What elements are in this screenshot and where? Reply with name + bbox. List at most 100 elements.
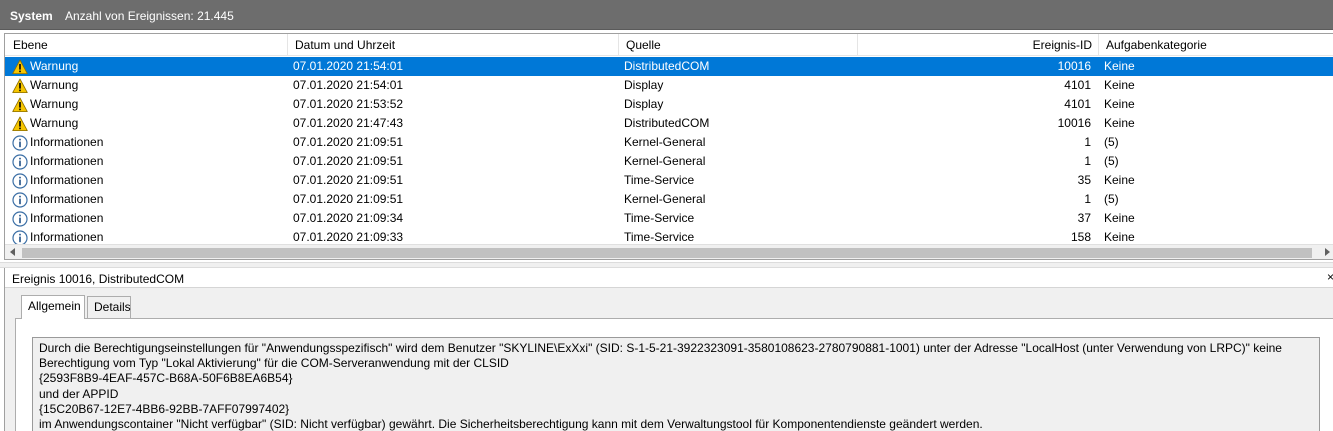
cell-level: Informationen	[11, 152, 281, 171]
cell-event-id: 10016	[1057, 116, 1091, 130]
cell-level: Warnung	[11, 114, 281, 133]
warning-icon	[12, 97, 28, 113]
table-row[interactable]: Warnung 07.01.2020 21:47:43 DistributedCOM…	[5, 114, 1333, 133]
warning-icon	[12, 59, 28, 75]
cell-level: Informationen	[11, 133, 281, 152]
cell-date: 07.01.2020 21:09:34	[293, 211, 404, 225]
tab-content: Durch die Berechtigungseinstellungen für…	[15, 318, 1333, 431]
cell-task-category: Keine	[1104, 173, 1135, 187]
event-detail-pane: Ereignis 10016, DistributedCOM × Allgeme…	[4, 268, 1333, 431]
info-icon	[12, 192, 28, 208]
info-icon	[12, 211, 28, 227]
warning-icon	[12, 116, 28, 132]
cell-source: DistributedCOM	[624, 116, 710, 130]
event-list[interactable]: Ebene Datum und Uhrzeit Quelle Ereignis-…	[4, 33, 1333, 260]
cell-date: 07.01.2020 21:09:51	[293, 192, 404, 206]
detail-title: Ereignis 10016, DistributedCOM	[12, 272, 185, 286]
message-line: {2593F8B9-4EAF-457C-B68A-50F6B8EA6B54}	[39, 371, 293, 386]
cell-task-category: Keine	[1104, 59, 1135, 73]
cell-source: Time-Service	[624, 211, 695, 225]
column-event-id[interactable]: Ereignis-ID	[857, 34, 1098, 56]
level-text: Warnung	[30, 97, 79, 111]
cell-task-category: Keine	[1104, 211, 1135, 225]
table-row[interactable]: Informationen 07.01.2020 21:09:51 Kernel-G…	[5, 152, 1333, 171]
table-row[interactable]: Informationen 07.01.2020 21:09:51 Time-Ser…	[5, 171, 1333, 190]
level-text: Warnung	[30, 116, 79, 130]
column-source[interactable]: Quelle	[618, 34, 857, 56]
cell-event-id: 37	[1077, 211, 1091, 225]
column-task-category[interactable]: Aufgabenkategorie	[1098, 34, 1333, 56]
cell-task-category: Keine	[1104, 116, 1135, 130]
cell-level: Informationen	[11, 190, 281, 209]
cell-date: 07.01.2020 21:53:52	[293, 97, 404, 111]
tab-details[interactable]: Details	[87, 296, 131, 318]
cell-event-id: 1	[1084, 192, 1091, 206]
table-row[interactable]: Informationen 07.01.2020 21:09:51 Kernel-G…	[5, 133, 1333, 152]
message-line: Berechtigung vom Typ "Lokal Aktivierung"…	[39, 356, 509, 371]
column-date[interactable]: Datum und Uhrzeit	[287, 34, 618, 56]
cell-event-id: 4101	[1064, 78, 1091, 92]
scroll-right-icon[interactable]	[1325, 248, 1330, 256]
cell-event-id: 1	[1084, 135, 1091, 149]
cell-source: Time-Service	[624, 173, 695, 187]
level-text: Informationen	[30, 154, 104, 168]
detail-header: Ereignis 10016, DistributedCOM ×	[5, 268, 1333, 288]
cell-level: Warnung	[11, 95, 281, 114]
scroll-left-icon[interactable]	[10, 248, 15, 256]
cell-task-category: Keine	[1104, 97, 1135, 111]
info-icon	[12, 154, 28, 170]
cell-task-category: (5)	[1104, 154, 1119, 168]
cell-source: Kernel-General	[624, 135, 706, 149]
scrollbar-thumb[interactable]	[22, 248, 1312, 258]
cell-date: 07.01.2020 21:09:51	[293, 173, 404, 187]
cell-source: Kernel-General	[624, 192, 706, 206]
cell-task-category: (5)	[1104, 135, 1119, 149]
cell-level: Informationen	[11, 171, 281, 190]
table-row[interactable]: Informationen 07.01.2020 21:09:51 Kernel-G…	[5, 190, 1333, 209]
tab-general[interactable]: Allgemein	[21, 295, 85, 319]
warning-icon	[12, 78, 28, 94]
cell-level: Warnung	[11, 76, 281, 95]
cell-source: Display	[624, 78, 664, 92]
level-text: Informationen	[30, 135, 104, 149]
message-line: und der APPID	[39, 386, 119, 401]
cell-date: 07.01.2020 21:47:43	[293, 116, 404, 130]
level-text: Warnung	[30, 59, 79, 73]
level-text: Informationen	[30, 173, 104, 187]
log-title: System	[10, 9, 53, 23]
cell-event-id: 1	[1084, 154, 1091, 168]
cell-date: 07.01.2020 21:54:01	[293, 78, 404, 92]
cell-event-id: 10016	[1057, 59, 1091, 73]
event-message[interactable]: Durch die Berechtigungseinstellungen für…	[32, 337, 1320, 431]
cell-level: Informationen	[11, 209, 281, 228]
message-line: {15C20B67-12E7-4BB6-92BB-7AFF07997402}	[39, 401, 290, 416]
cell-source: Kernel-General	[624, 154, 706, 168]
cell-date: 07.01.2020 21:09:51	[293, 154, 404, 168]
level-text: Informationen	[30, 192, 104, 206]
close-icon[interactable]: ×	[1327, 270, 1333, 284]
message-line: Durch die Berechtigungseinstellungen für…	[39, 341, 1282, 355]
level-text: Informationen	[30, 211, 104, 225]
table-row[interactable]: Warnung 07.01.2020 21:53:52 Display 4101 Kei…	[5, 95, 1333, 114]
cell-event-id: 35	[1077, 173, 1091, 187]
table-row[interactable]: Warnung 07.01.2020 21:54:01 DistributedCOM…	[5, 57, 1333, 76]
event-count: Anzahl von Ereignissen: 21.445	[65, 9, 234, 23]
message-line: im Anwendungscontainer "Nicht verfügbar"…	[39, 417, 983, 431]
cell-source: DistributedCOM	[624, 59, 710, 73]
cell-task-category: Keine	[1104, 78, 1135, 92]
level-text: Warnung	[30, 78, 79, 92]
column-level[interactable]: Ebene	[5, 34, 287, 56]
column-header: Ebene Datum und Uhrzeit Quelle Ereignis-…	[5, 34, 1333, 56]
cell-task-category: (5)	[1104, 192, 1119, 206]
info-icon	[12, 173, 28, 189]
cell-event-id: 4101	[1064, 97, 1091, 111]
cell-date: 07.01.2020 21:09:51	[293, 135, 404, 149]
horizontal-scrollbar[interactable]	[5, 244, 1333, 259]
log-titlebar: System Anzahl von Ereignissen: 21.445	[0, 0, 1333, 30]
table-row[interactable]: Warnung 07.01.2020 21:54:01 Display 4101 Kei…	[5, 76, 1333, 95]
table-row[interactable]: Informationen 07.01.2020 21:09:34 Time-Ser…	[5, 209, 1333, 228]
cell-date: 07.01.2020 21:54:01	[293, 59, 404, 73]
cell-source: Display	[624, 97, 664, 111]
info-icon	[12, 135, 28, 151]
cell-level: Warnung	[11, 57, 281, 76]
